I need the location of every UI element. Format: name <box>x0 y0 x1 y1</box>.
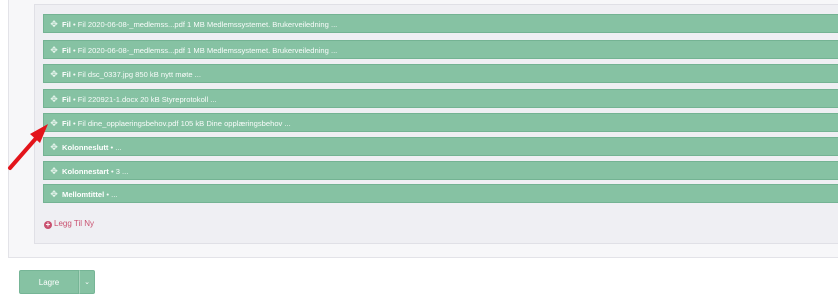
list-item[interactable]: ✥ Kolonneslutt • ... <box>43 137 838 156</box>
item-description: • Fil dine_opplaeringsbehov.pdf 105 kB D… <box>70 119 291 128</box>
item-description: • ... <box>108 143 122 152</box>
item-type: Fil <box>62 20 71 29</box>
save-options-dropdown[interactable]: ⌄ <box>79 270 95 294</box>
list-item[interactable]: ✥ Fil • Fil 220921-1.docx 20 kB Styreprot… <box>43 89 838 108</box>
item-description: • 3 ... <box>108 167 129 176</box>
add-new-link[interactable]: + Legg Til Ny <box>44 218 94 230</box>
item-description: • Fil 2020-06-08-_medlemss...pdf 1 MB Me… <box>70 20 338 29</box>
item-type: Fil <box>62 119 71 128</box>
list-item[interactable]: ✥ Fil • Fil 2020-06-08-_medlemss...pdf 1 … <box>43 14 838 33</box>
move-icon[interactable]: ✥ <box>49 185 59 204</box>
list-item[interactable]: ✥ Fil • Fil 2020-06-08-_medlemss...pdf 1 … <box>43 40 838 59</box>
list-item[interactable]: ✥ Mellomtittel • ... <box>43 184 838 203</box>
list-item[interactable]: ✥ Fil • Fil dine_opplaeringsbehov.pdf 105… <box>43 113 838 132</box>
chevron-down-icon: ⌄ <box>84 279 90 286</box>
plus-circle-icon: + <box>44 220 52 229</box>
item-description: • Fil dsc_0337.jpg 850 kB nytt møte ... <box>70 70 201 79</box>
item-description: • Fil 2020-06-08-_medlemss...pdf 1 MB Me… <box>70 46 338 55</box>
item-type: Fil <box>62 46 71 55</box>
item-type: Fil <box>62 95 71 104</box>
list-item[interactable]: ✥ Fil • Fil dsc_0337.jpg 850 kB nytt møte… <box>43 64 838 83</box>
item-type: Fil <box>62 70 71 79</box>
item-type: Kolonneslutt <box>62 143 109 152</box>
item-type: Kolonnestart <box>62 167 109 176</box>
save-button[interactable]: Lagre <box>19 270 79 294</box>
item-description: • Fil 220921-1.docx 20 kB Styreprotokoll… <box>70 95 217 104</box>
list-item[interactable]: ✥ Kolonnestart • 3 ... <box>43 161 838 180</box>
save-button-group: Lagre ⌄ <box>19 270 95 294</box>
item-type: Mellomtittel <box>62 190 105 199</box>
add-new-label: Legg Til Ny <box>54 219 95 228</box>
item-description: • ... <box>104 190 118 199</box>
red-arrow-icon <box>8 124 48 170</box>
